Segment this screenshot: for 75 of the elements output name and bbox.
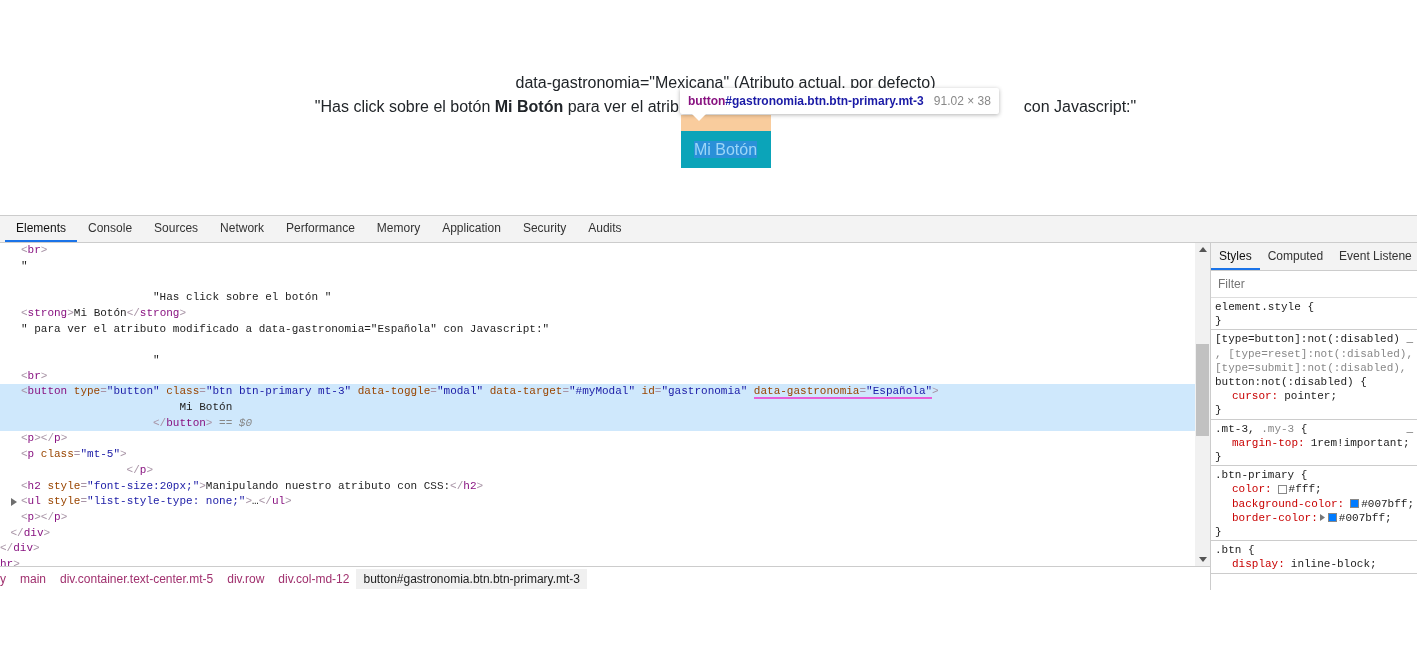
styles-tab[interactable]: Event Listene <box>1331 243 1417 270</box>
css-selector: .mt-3, <box>1215 422 1255 435</box>
tooltip-selector: button#gastronomia.btn.btn-primary.mt-3 <box>688 94 924 108</box>
css-property: display: <box>1232 557 1285 572</box>
color-swatch-icon[interactable] <box>1277 485 1287 494</box>
source-link[interactable]: _ <box>1406 421 1413 436</box>
breadcrumb[interactable]: div.col-md-12 <box>271 568 357 589</box>
css-selector: , [type=reset]:not(:disabled), <box>1215 347 1414 360</box>
code-line: " para ver el atributo modificado a data-gastronomia="Española" con Javascript:" " <box>21 321 550 368</box>
css-value: inline-block; <box>1290 557 1377 572</box>
code-line: <p></p> <box>21 509 68 525</box>
css-brace: } <box>1215 314 1223 329</box>
expand-arrow-icon[interactable] <box>1319 514 1325 522</box>
code-line: " "Has click sobre el botón " <box>21 258 332 306</box>
code-line: </button> == $0 <box>152 415 253 431</box>
devtools-tab[interactable]: Network <box>209 216 276 242</box>
tooltip-size: 91.02 × 38 <box>933 94 991 108</box>
devtools-tab[interactable]: Elements <box>5 216 78 242</box>
scrollbar-thumb[interactable] <box>1196 344 1209 436</box>
code-line: <p class="mt-5"> <box>21 447 127 463</box>
css-selector: { <box>1299 422 1308 435</box>
breadcrumb[interactable]: div.row <box>220 568 272 589</box>
devtools-tab[interactable]: Sources <box>143 216 210 242</box>
css-value: #007bff; <box>1361 496 1415 511</box>
code-line: <strong>Mi Botón</strong> <box>21 305 187 321</box>
css-brace: } <box>1215 450 1223 465</box>
css-value: pointer; <box>1284 389 1338 404</box>
css-selector: .btn { <box>1215 544 1255 557</box>
css-selector: .my-3 <box>1260 422 1295 435</box>
source-link[interactable]: _ <box>1406 332 1413 347</box>
breadcrumb[interactable]: y <box>0 568 13 589</box>
css-selector: .btn-primary { <box>1215 469 1308 482</box>
css-value: 1rem!important; <box>1310 435 1410 450</box>
css-property: background-color: <box>1232 496 1345 511</box>
selected-row[interactable]: Mi Botón <box>0 400 1195 416</box>
code-line: <ul style="list-style-type: none;">…</ul> <box>21 494 292 510</box>
styles-tab[interactable]: Computed <box>1259 243 1332 270</box>
code-line: </div> <box>10 525 51 541</box>
scroll-down-icon[interactable] <box>1198 557 1207 562</box>
breadcrumb[interactable]: div.container.text-center.mt-5 <box>53 568 221 589</box>
code-line: <br> <box>21 368 48 384</box>
code-line: </div> <box>0 541 40 557</box>
devtools-tab[interactable]: Security <box>511 216 578 242</box>
code-line: <p></p> <box>21 431 68 447</box>
css-value: #007bff; <box>1338 510 1392 525</box>
devtools-tab[interactable]: Memory <box>365 216 432 242</box>
css-selector: [type=button]:not(:disabled) <box>1215 333 1400 346</box>
breadcrumb[interactable]: button#gastronomia.btn.btn-primary.mt-3 <box>356 568 587 589</box>
css-property: margin-top: <box>1232 435 1305 450</box>
css-selector: button:not(:disabled) { <box>1215 376 1367 388</box>
scroll-up-icon[interactable] <box>1198 247 1207 252</box>
code-line: Mi Botón <box>178 400 233 416</box>
css-value: #fff; <box>1288 482 1322 497</box>
devtools-tab[interactable]: Application <box>431 216 512 242</box>
selected-row[interactable]: <button type="button" class="btn btn-primary mt-3" data-toggle="modal" data-target="#myModal" id="gastronomia" data-gastronomia="Española"> <box>0 384 1195 401</box>
color-swatch-icon[interactable] <box>1350 499 1360 509</box>
color-swatch-icon[interactable] <box>1327 513 1337 523</box>
css-selector: element.style { <box>1215 301 1315 313</box>
breadcrumb[interactable]: main <box>13 568 53 589</box>
css-property: color: <box>1232 482 1272 497</box>
expand-arrow-icon[interactable] <box>11 498 18 507</box>
css-property: border-color: <box>1232 510 1318 525</box>
page-text: con Javascript:" <box>1023 97 1137 117</box>
devtools-tab[interactable]: Audits <box>577 216 633 242</box>
devtools-tab[interactable]: Console <box>77 216 144 242</box>
css-brace: } <box>1215 524 1223 540</box>
css-property: cursor: <box>1232 389 1279 404</box>
devtools-tab[interactable]: Performance <box>275 216 366 242</box>
code-line: <h2 style="font-size:20px;">Manipulando nuestro atributo con CSS:</h2> <box>21 478 484 494</box>
page-text: "Has click sobre el botón Mi Botón para ver el atrib <box>314 97 679 117</box>
code-line: <br> <box>21 243 48 258</box>
code-line: </p> <box>125 462 154 478</box>
css-brace: } <box>1215 403 1223 418</box>
css-selector: [type=submit]:not(:disabled), <box>1215 361 1407 374</box>
styles-tab[interactable]: Styles <box>1211 243 1260 270</box>
